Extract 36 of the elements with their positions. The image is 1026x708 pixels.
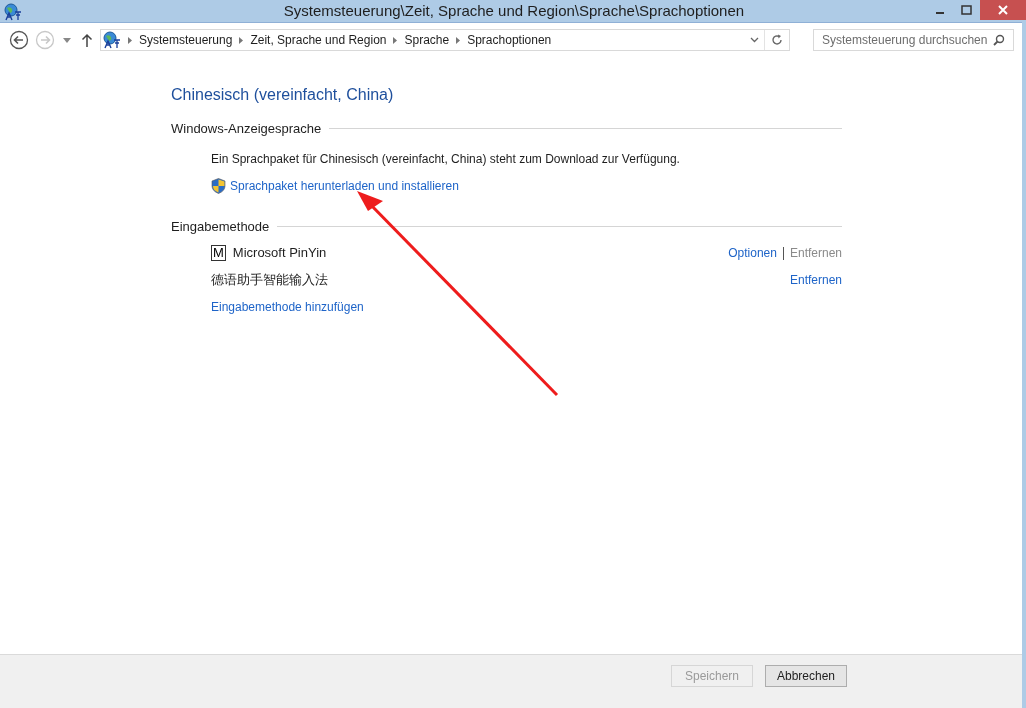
options-link[interactable]: Optionen — [728, 244, 777, 262]
back-button[interactable] — [8, 29, 30, 51]
breadcrumb-item[interactable]: Zeit, Sprache und Region — [250, 31, 387, 49]
maximize-icon — [961, 5, 972, 15]
chevron-icon — [393, 36, 398, 44]
chevron-down-icon — [749, 37, 759, 43]
caret-icon — [63, 37, 71, 43]
up-arrow-icon — [81, 33, 93, 47]
page-heading: Chinesisch (vereinfacht, China) — [171, 85, 395, 105]
section-title: Eingabemethode — [171, 217, 270, 236]
chevron-icon — [456, 36, 461, 44]
chevron-icon — [239, 36, 244, 44]
close-icon — [998, 5, 1008, 15]
shield-icon — [211, 177, 226, 194]
input-method-name: 德语助手智能输入法 — [211, 271, 328, 290]
search-icon — [993, 34, 1005, 46]
download-link[interactable]: Sprachpaket herunterladen und installieren — [230, 176, 459, 195]
location-icon — [103, 31, 121, 49]
remove-link[interactable]: Entfernen — [789, 271, 842, 289]
refresh-icon — [771, 34, 783, 46]
breadcrumb-item[interactable]: Systemsteuerung — [139, 31, 233, 49]
minimize-icon — [935, 12, 944, 14]
breadcrumb-item[interactable]: Sprache — [404, 31, 450, 49]
close-button[interactable] — [980, 0, 1026, 20]
address-bar[interactable]: Systemsteuerung Zeit, Sprache und Region Sprache Sprachoptionen — [100, 29, 790, 51]
cancel-button[interactable]: Abbrechen — [765, 665, 847, 687]
search-field[interactable]: Systemsteuerung durchsuchen — [813, 29, 1014, 51]
section-title: Windows-Anzeigesprache — [171, 120, 322, 138]
chevron-icon — [128, 36, 132, 44]
input-method-name: Microsoft PinYin — [232, 244, 327, 263]
input-method-badge: M — [211, 245, 226, 261]
add-input-method-link[interactable]: Eingabemethode hinzufügen — [211, 298, 842, 316]
app-icon — [4, 3, 22, 21]
window-title: Systemsteuerung\Zeit, Sprache und Region\Sprache\Sprachoptionen — [283, 0, 745, 21]
breadcrumb-item[interactable]: Sprachoptionen — [467, 31, 552, 49]
info-text: Ein Sprachpaket für Chinesisch (vereinfacht, China) steht zum Download zur Verfügung. — [211, 150, 681, 168]
